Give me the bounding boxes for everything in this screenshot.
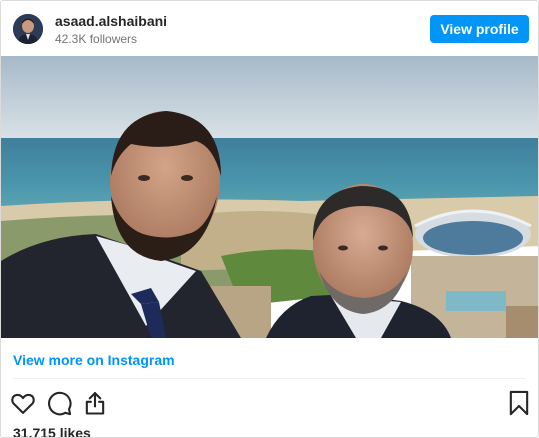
- bookmark-icon[interactable]: [505, 389, 533, 417]
- likes-count: 31,715 likes: [13, 425, 91, 438]
- follower-count: 42.3K followers: [55, 32, 138, 46]
- comment-icon[interactable]: [45, 389, 73, 417]
- view-profile-button[interactable]: View profile: [430, 15, 529, 43]
- selfie-image: [1, 56, 538, 338]
- post-photo[interactable]: [1, 56, 538, 338]
- username[interactable]: asaad.alshaibani: [55, 13, 167, 29]
- post-header: asaad.alshaibani 42.3K followers View pr…: [1, 1, 538, 56]
- instagram-embed-card: asaad.alshaibani 42.3K followers View pr…: [0, 0, 539, 438]
- heart-icon[interactable]: [9, 389, 37, 417]
- avatar[interactable]: [13, 14, 43, 44]
- view-more-on-instagram-link[interactable]: View more on Instagram: [13, 352, 175, 368]
- share-icon[interactable]: [81, 389, 109, 417]
- divider: [13, 378, 526, 379]
- post-actions: [1, 389, 538, 417]
